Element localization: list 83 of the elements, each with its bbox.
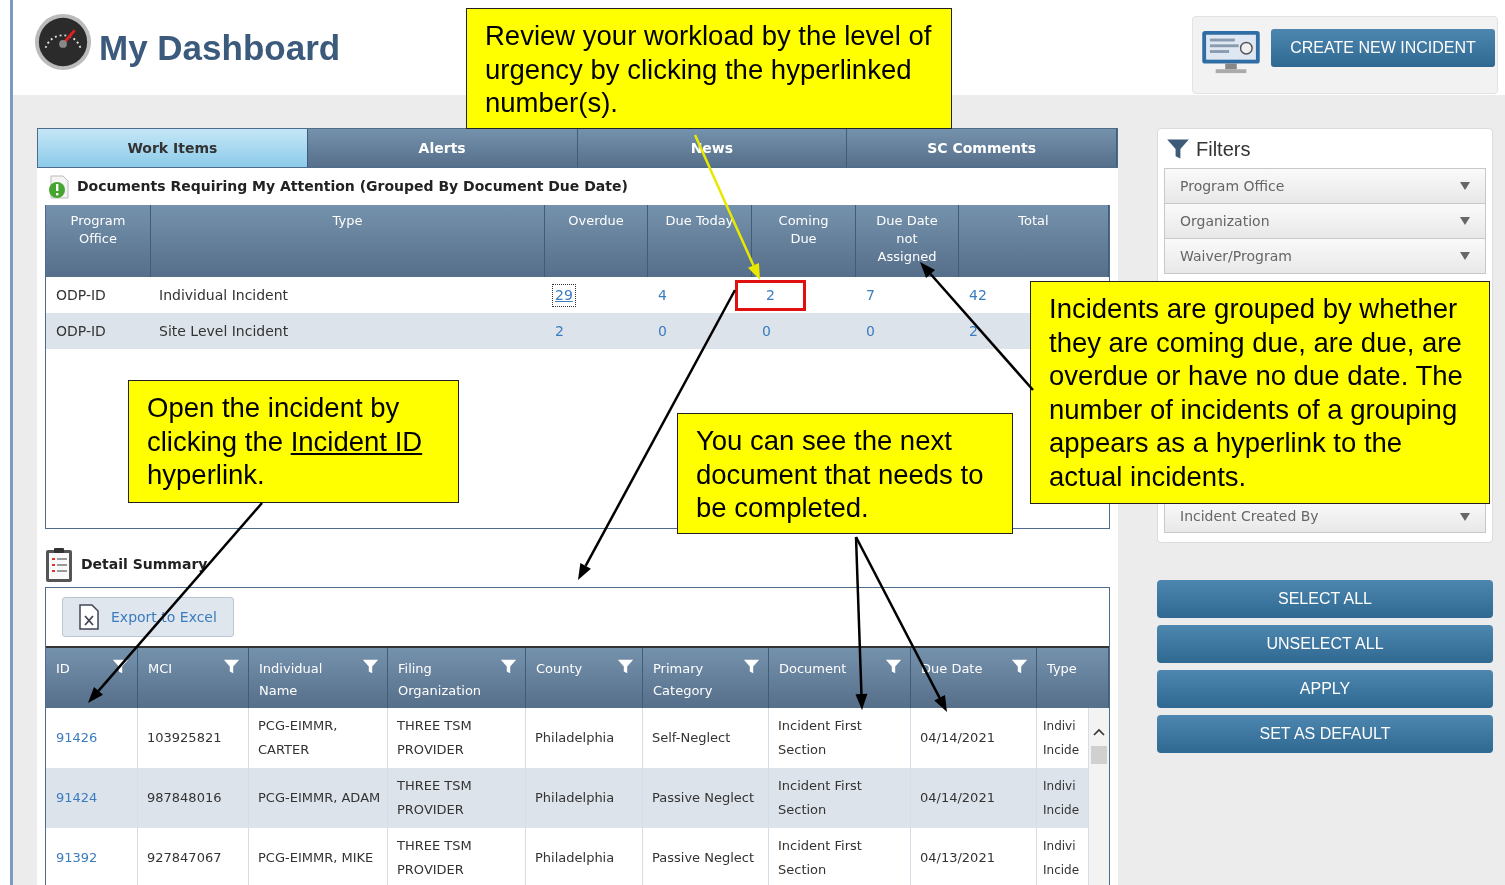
callout-text: Open the incident by clicking the Incident ID hyperlink. [147,391,424,492]
gauge-icon [34,13,92,71]
table-cell-text: Indivi Incide [1043,778,1081,819]
table-cell-text: THREE TSM PROVIDER [397,777,473,819]
column-header: Document [779,660,847,678]
section-title: Detail Summary [81,555,208,574]
column-header: Individual Name [259,660,324,700]
table-cell-text: 04/14/2021 [920,729,995,747]
tab[interactable]: Work Items [38,129,308,167]
incident-number-link[interactable]: 91424 [56,788,98,808]
table-cell-text: 04/13/2021 [920,849,995,867]
alert-icon [47,174,69,199]
action-button[interactable]: APPLY [1157,670,1493,708]
table-cell-text: Philadelphia [535,849,615,867]
count-link[interactable]: 42 [967,284,989,306]
callout-text: You can see the next document that needs to be completed. [696,424,985,525]
table-cell-text: 987848016 [147,789,222,807]
filters-title: Filters [1196,137,1251,162]
scrollbar[interactable] [1089,708,1109,885]
table-cell-text: 04/14/2021 [920,789,995,807]
table-cell-text: Indivi Incide [1043,838,1081,879]
count-link[interactable]: 2 [967,320,980,342]
scroll-up-icon[interactable] [1093,728,1105,736]
table-cell-text: Philadelphia [535,729,615,747]
count-link[interactable]: 7 [864,284,877,306]
action-button[interactable]: SELECT ALL [1157,580,1493,618]
page-title: My Dashboard [99,27,341,69]
caret-icon [1460,512,1470,521]
count-link[interactable]: 2 [553,320,566,342]
table-cell-text: Site Level Incident [158,321,290,341]
count-link[interactable]: 2 [738,282,803,308]
incident-number-link[interactable]: 91426 [56,728,98,748]
column-header: Type [1047,660,1077,678]
table-cell-text: 103925821 [147,729,222,747]
count-link[interactable]: 0 [760,320,773,342]
create-incident-button[interactable]: CREATE NEW INCIDENT [1271,29,1495,67]
section-title: Documents Requiring My Attention (Grouped By Document Due Date) [77,177,628,196]
action-button[interactable]: SET AS DEFAULT [1157,715,1493,753]
table-cell-text: Incident First Section [778,837,863,879]
count-link[interactable]: 0 [864,320,877,342]
table-cell-text: PCG-EIMMR, MIKE [258,849,374,867]
table-cell-text: Passive Neglect [652,789,755,807]
callout-link[interactable]: Incident ID [290,425,423,457]
count-link[interactable]: 0 [656,320,669,342]
filter-icon[interactable] [112,658,129,675]
column-header: County [536,660,583,678]
action-button[interactable]: UNSELECT ALL [1157,625,1493,663]
column-header: MCI [148,660,173,678]
table-cell-text: 927847067 [147,849,222,867]
table-cell-text: ODP-ID [55,285,107,305]
caret-icon [1460,182,1470,190]
column-header: ID [56,660,70,678]
table-cell-text: PCG-EIMMR, CARTER [258,717,339,759]
tab[interactable]: Alerts [307,129,578,167]
callout-text: Review your workload by the level of urgency by clicking the hyperlinked number(s). [485,19,933,120]
table-cell-text: Passive Neglect [652,849,755,867]
table-cell-text: THREE TSM PROVIDER [397,837,473,879]
table-cell-text: Incident First Section [778,717,863,759]
count-link[interactable]: 29 [553,284,575,306]
table-cell-text: PCG-EIMMR, ADAM [258,789,381,807]
table-cell-text: ODP-ID [55,321,107,341]
table-cell-text: Self-Neglect [652,729,731,747]
count-link[interactable]: 4 [656,284,669,306]
incident-number-link[interactable]: 91392 [56,848,98,868]
table-cell-text: THREE TSM PROVIDER [397,717,473,759]
dropdown[interactable]: Waiver/Program [1164,238,1486,274]
caret-icon [1460,217,1470,225]
dropdown[interactable]: Program Office [1164,168,1486,204]
filter-icon[interactable] [1166,137,1190,161]
table-cell-text: Indivi Incide [1043,718,1081,759]
table-cell-text: Philadelphia [535,789,615,807]
caret-icon [1460,252,1470,260]
table-cell-text: Incident First Section [778,777,863,819]
clipboard-icon [45,547,73,583]
table-cell-text: Individual Incident [158,285,290,305]
dropdown[interactable]: Organization [1164,203,1486,239]
column-header: Primary Category [653,660,714,700]
tab[interactable]: SC Comments [847,129,1117,167]
column-header: Filing Organization [398,660,483,700]
spreadsheet-icon [79,604,99,630]
scroll-thumb[interactable] [1091,746,1107,764]
computer-icon [1199,29,1263,75]
callout-text: Incidents are grouped by whether they are coming due, are due, are overdue or have no due date. The number of incidents of a grouping appears as a hyperlink to the actual incidents. [1049,292,1464,493]
